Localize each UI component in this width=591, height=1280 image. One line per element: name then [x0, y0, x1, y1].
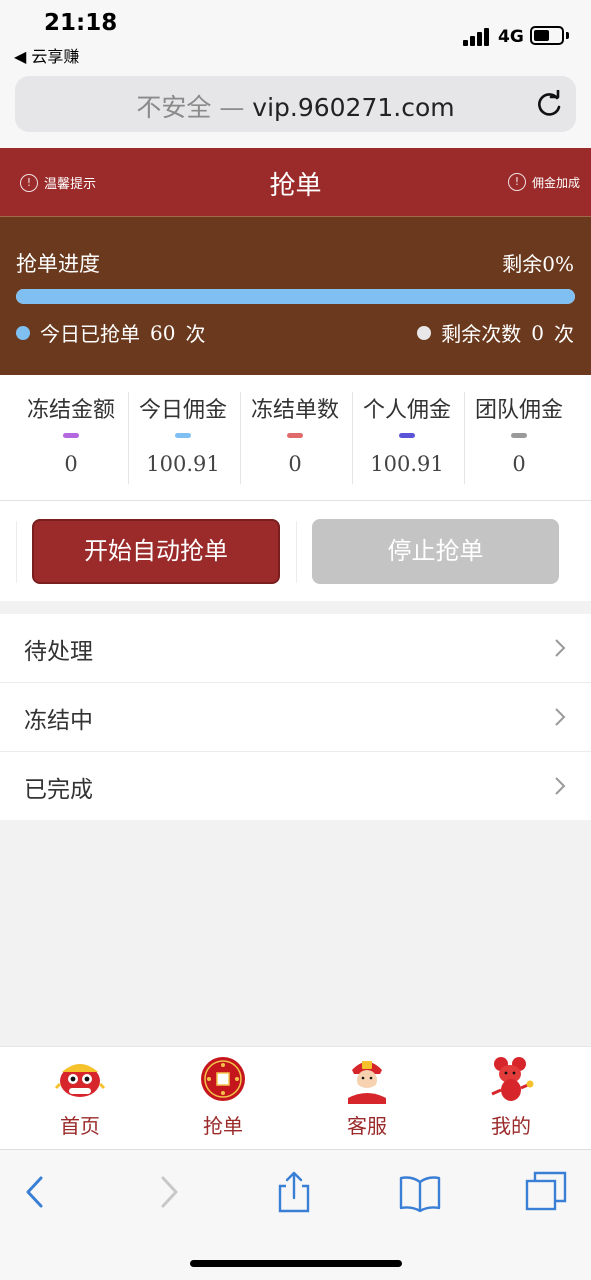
progress-bar: [16, 289, 575, 304]
stat-value: 0: [512, 452, 526, 476]
signal-icon: [463, 28, 491, 46]
tab-label: 抢单: [203, 1114, 243, 1138]
home-indicator: [190, 1260, 402, 1267]
mouse-mascot-icon: [491, 1057, 534, 1101]
url-domain: vip.960271.com: [252, 93, 455, 122]
back-arrow-icon[interactable]: [14, 1170, 58, 1214]
battery-icon: [530, 26, 564, 45]
tab-mine[interactable]: 我的: [461, 1054, 561, 1139]
address-text[interactable]: 不安全 — vip.960271.com: [15, 88, 576, 124]
stat-frozen-amount: 冻结金额 0: [15, 392, 127, 484]
chevron-right-icon: [555, 777, 566, 795]
battery-cap: [566, 32, 569, 39]
status-time: 21:18: [44, 10, 118, 36]
reload-icon[interactable]: [532, 90, 566, 120]
today-count-legend: 今日已抢单 60 次: [16, 318, 205, 347]
remaining-count-unit: 次: [554, 322, 574, 346]
stat-label: 今日佣金: [138, 398, 227, 423]
list-item-completed[interactable]: 已完成: [0, 752, 591, 820]
remaining-count-value: 0: [531, 320, 544, 345]
list-item-label: 已完成: [24, 777, 93, 803]
progress-fill: [16, 289, 575, 304]
info-icon: !: [508, 173, 526, 191]
start-auto-grab-button[interactable]: 开始自动抢单: [32, 519, 280, 584]
network-type: 4G: [498, 27, 524, 47]
stat-color-bar: [511, 433, 527, 438]
stat-label: 团队佣金: [474, 398, 563, 423]
white-dot-icon: [417, 325, 432, 340]
page-title: 抢单: [269, 171, 322, 201]
stat-color-bar: [175, 433, 191, 438]
bonus-label: 佣金加成: [532, 175, 581, 190]
stat-value: 0: [64, 452, 78, 476]
tab-label: 我的: [491, 1114, 531, 1138]
stat-label: 冻结单数: [250, 398, 339, 423]
lion-dance-icon: [54, 1064, 106, 1097]
remaining-count-legend: 剩余次数 0 次: [417, 318, 574, 347]
divider: [16, 521, 17, 583]
back-to-app-link[interactable]: ◀ 云享赚: [14, 43, 79, 67]
stat-color-bar: [63, 433, 79, 438]
insecure-label: 不安全 —: [136, 93, 245, 122]
tab-home[interactable]: 首页: [30, 1054, 130, 1139]
tab-service[interactable]: 客服: [317, 1054, 417, 1139]
stat-color-bar: [287, 433, 303, 438]
blue-dot-icon: [16, 325, 30, 340]
tab-label: 客服: [347, 1114, 387, 1138]
remaining-count-label: 剩余次数: [441, 322, 522, 346]
bonus-button[interactable]: ! 佣金加成: [508, 173, 580, 191]
fortune-god-icon: [348, 1061, 386, 1104]
today-count-value: 60: [150, 320, 176, 345]
stat-value: 0: [288, 452, 302, 476]
list-item-label: 冻结中: [24, 708, 93, 734]
tab-label: 首页: [60, 1114, 100, 1138]
chevron-right-icon: [555, 708, 566, 726]
today-count-unit: 次: [185, 322, 206, 346]
stat-team-commission: 团队佣金 0: [463, 392, 575, 484]
stop-grab-button[interactable]: 停止抢单: [312, 519, 559, 584]
list-item-frozen[interactable]: 冻结中: [0, 683, 591, 751]
stat-label: 个人佣金: [362, 398, 451, 423]
progress-remaining: 剩余0%: [502, 252, 574, 276]
lucky-coin-icon: [201, 1057, 245, 1101]
forward-arrow-icon[interactable]: [146, 1170, 190, 1214]
share-icon[interactable]: [272, 1170, 316, 1214]
stat-frozen-orders: 冻结单数 0: [239, 392, 351, 484]
stat-label: 冻结金额: [26, 398, 115, 423]
list-item-pending[interactable]: 待处理: [0, 614, 591, 682]
tab-grab[interactable]: 抢单: [173, 1054, 273, 1139]
stat-value: 100.91: [370, 452, 444, 476]
today-count-label: 今日已抢单: [40, 322, 140, 346]
progress-title: 抢单进度: [16, 252, 100, 276]
bookmarks-icon[interactable]: [398, 1170, 442, 1214]
divider: [296, 521, 297, 583]
stat-value: 100.91: [146, 452, 220, 476]
stat-today-commission: 今日佣金 100.91: [127, 392, 239, 484]
stat-personal-commission: 个人佣金 100.91: [351, 392, 463, 484]
chevron-right-icon: [555, 639, 566, 657]
stat-color-bar: [399, 433, 415, 438]
tabs-icon[interactable]: [524, 1170, 568, 1214]
list-item-label: 待处理: [24, 639, 93, 665]
